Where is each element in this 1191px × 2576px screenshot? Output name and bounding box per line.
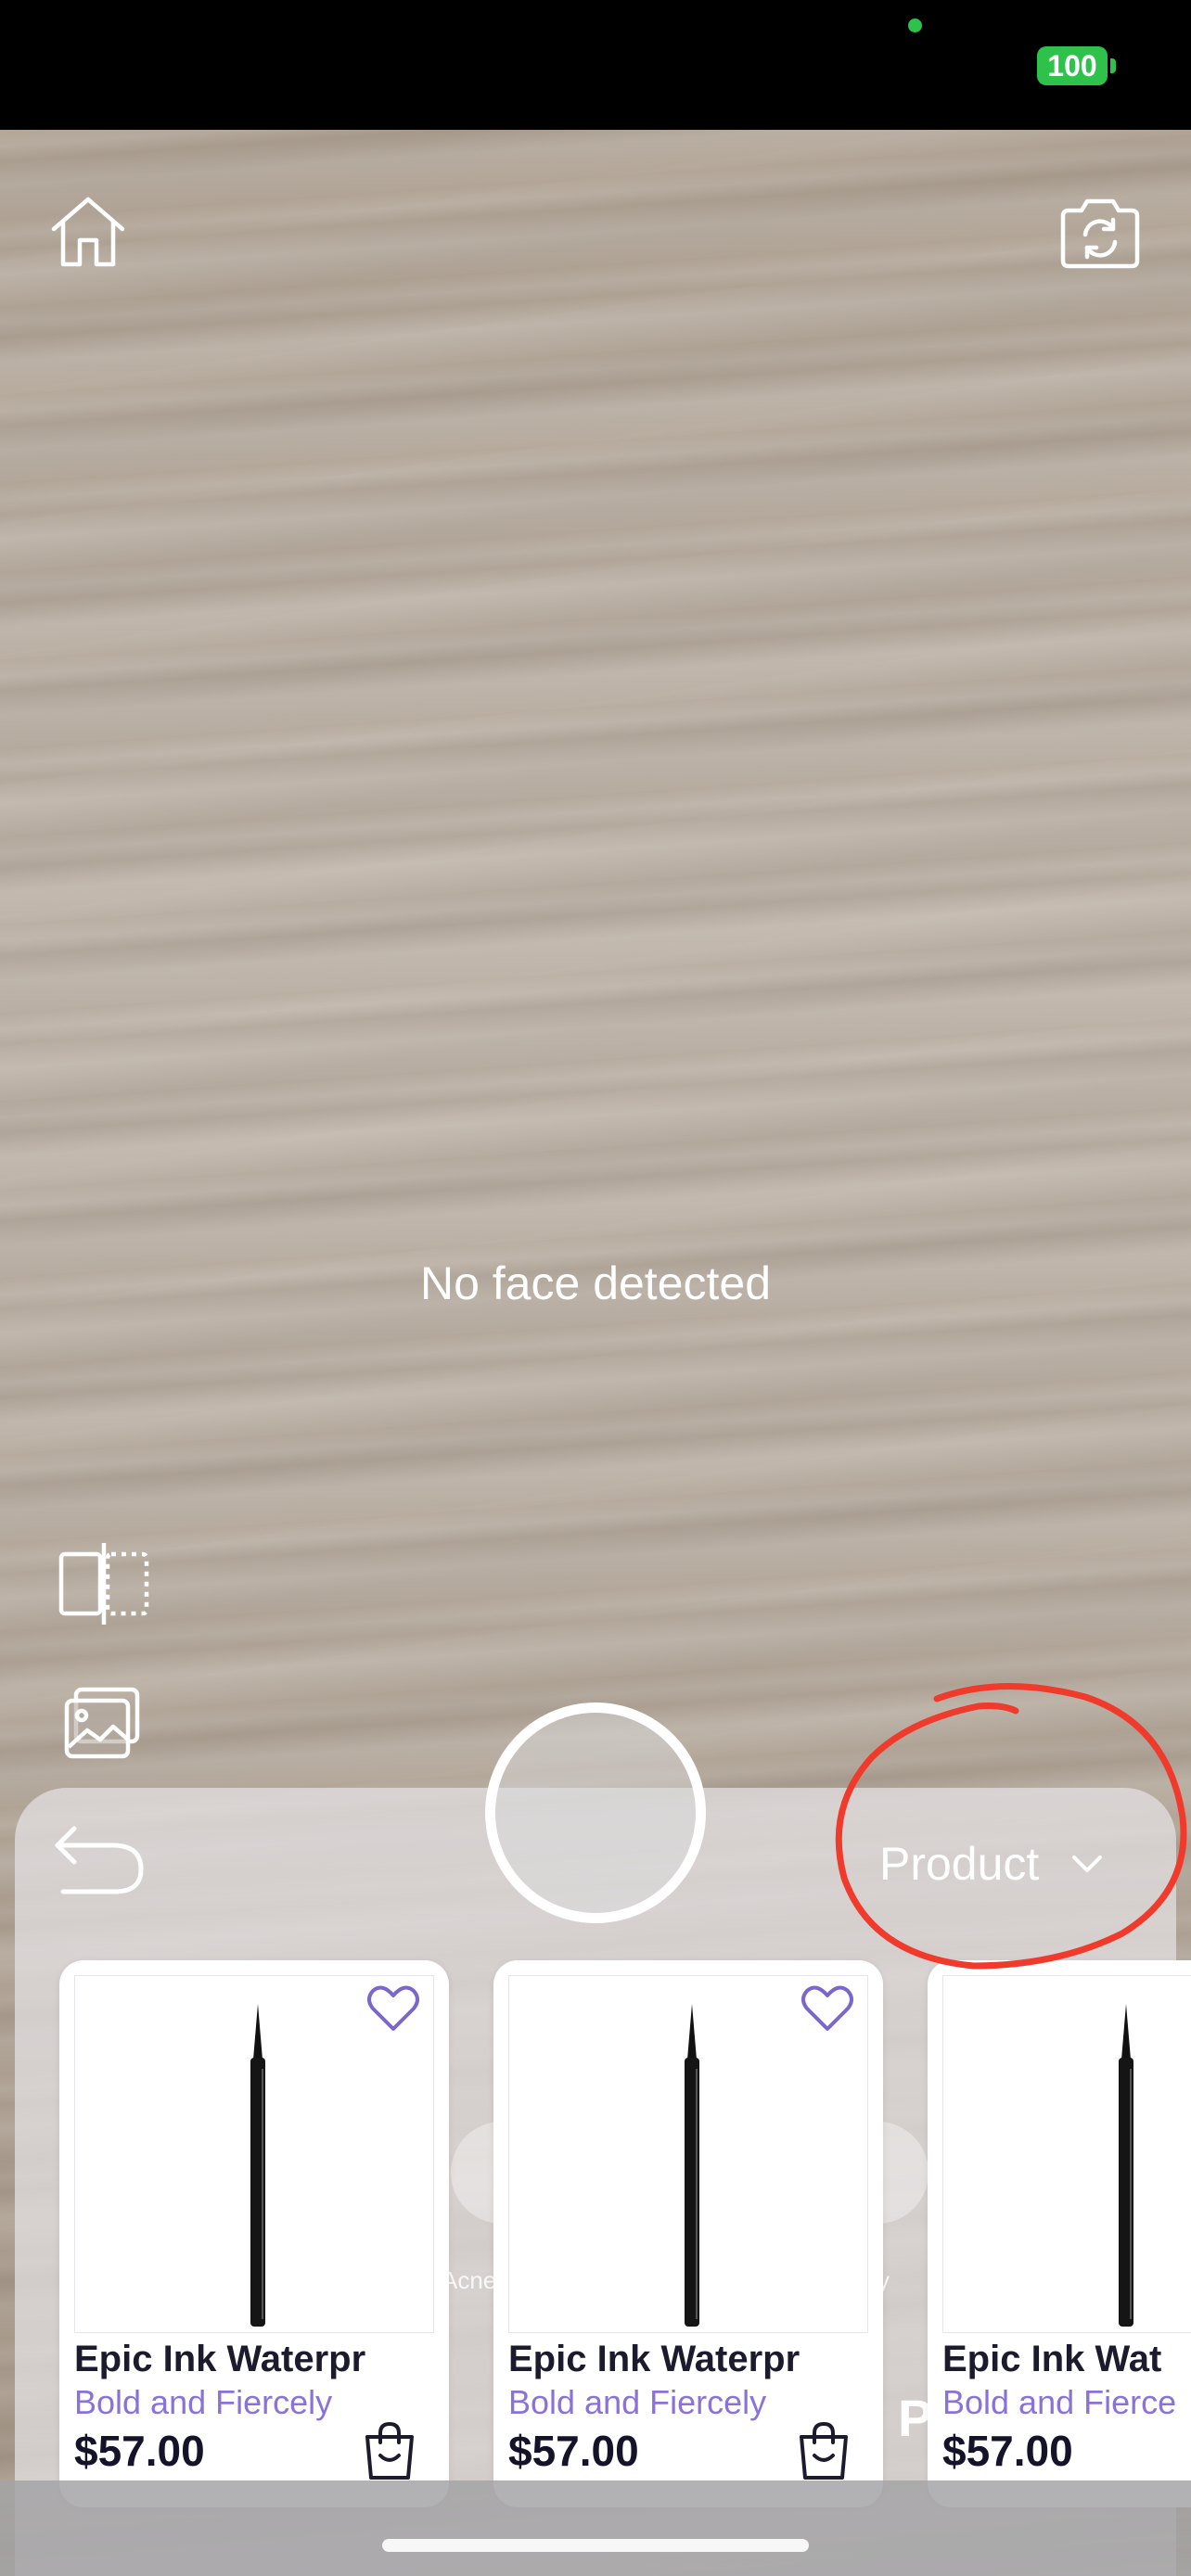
- battery-tip: [1110, 58, 1116, 73]
- eyeliner-pen-image: [1119, 2004, 1133, 2327]
- product-shade: Bold and Fierce: [942, 2383, 1177, 2421]
- product-name: Epic Ink Waterpr: [74, 2339, 366, 2379]
- eyeliner-pen-image: [250, 2004, 265, 2327]
- bottom-strip: [0, 2480, 1191, 2576]
- product-dropdown-label: Product: [879, 1838, 1040, 1890]
- product-image: [942, 1975, 1191, 2333]
- heart-icon[interactable]: [365, 1983, 421, 2034]
- eyeliner-pen-image: [685, 2004, 699, 2327]
- product-name: Epic Ink Waterpr: [508, 2339, 800, 2379]
- product-dropdown[interactable]: Product: [879, 1829, 1104, 1899]
- battery-indicator: 100: [1037, 46, 1108, 85]
- product-shade: Bold and Fiercely: [74, 2383, 333, 2421]
- product-name: Epic Ink Wat: [942, 2339, 1162, 2379]
- status-bar: 100: [0, 0, 1191, 130]
- home-icon[interactable]: [46, 190, 130, 274]
- product-card[interactable]: Epic Ink Waterpr Bold and Fiercely $57.0…: [493, 1960, 883, 2507]
- product-card[interactable]: Epic Ink Waterpr Bold and Fiercely $57.0…: [59, 1960, 449, 2507]
- gallery-icon[interactable]: [63, 1686, 143, 1760]
- camera-indicator-dot: [908, 19, 922, 32]
- shopping-bag-icon[interactable]: [796, 2420, 852, 2481]
- chevron-down-icon: [1072, 1855, 1103, 1872]
- camera-flip-icon[interactable]: [1056, 190, 1145, 274]
- shopping-bag-icon[interactable]: [362, 2420, 417, 2481]
- heart-icon[interactable]: [800, 1983, 855, 2034]
- undo-back-icon[interactable]: [48, 1814, 150, 1903]
- compare-split-icon[interactable]: [56, 1539, 152, 1628]
- product-shade: Bold and Fiercely: [508, 2383, 767, 2421]
- product-price: $57.00: [74, 2427, 205, 2475]
- home-indicator[interactable]: [382, 2539, 809, 2552]
- shutter-button[interactable]: [485, 1702, 706, 1923]
- no-face-message: No face detected: [419, 1257, 772, 1309]
- product-price: $57.00: [508, 2427, 639, 2475]
- product-card[interactable]: Epic Ink Wat Bold and Fierce $57.00: [928, 1960, 1191, 2507]
- product-price: $57.00: [942, 2427, 1073, 2475]
